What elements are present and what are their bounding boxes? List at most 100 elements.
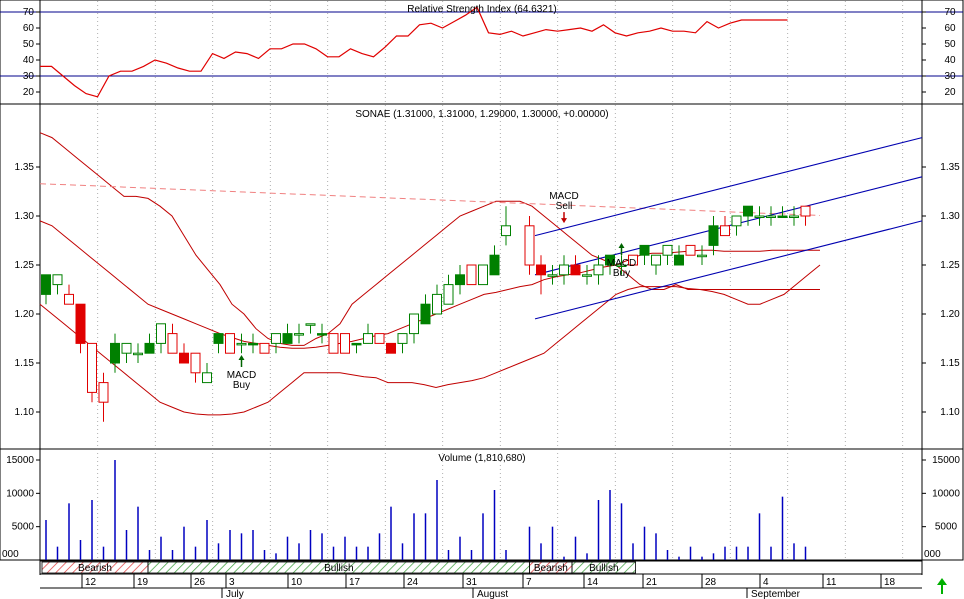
candle-down bbox=[225, 333, 235, 354]
date-tick-label: 26 bbox=[194, 577, 206, 588]
candle-up bbox=[317, 333, 327, 336]
candle-down bbox=[64, 293, 74, 305]
price-tick-label-right: 1.35 bbox=[940, 162, 960, 173]
price-tick-label-left: 1.30 bbox=[15, 211, 35, 222]
candle-up bbox=[731, 215, 742, 227]
price-tick-label-right: 1.10 bbox=[940, 407, 960, 418]
macd-annotation-text: Sell bbox=[556, 201, 573, 212]
rsi-tick-label-left: 30 bbox=[23, 71, 35, 82]
candle-up bbox=[144, 342, 155, 354]
macd-sell-arrowhead bbox=[561, 218, 567, 224]
price-title: SONAE (1.31000, 1.31000, 1.29000, 1.3000… bbox=[355, 109, 608, 120]
candle-down bbox=[386, 342, 396, 354]
candle-up bbox=[156, 323, 166, 344]
volume-panel-frame bbox=[0, 448, 964, 561]
rsi-panel-frame bbox=[0, 0, 964, 105]
candle-up bbox=[52, 274, 63, 286]
volume-tick-label-left: 10000 bbox=[6, 488, 34, 499]
candle-up bbox=[41, 274, 51, 295]
date-tick-label: 28 bbox=[705, 577, 717, 588]
candle-down bbox=[536, 264, 546, 276]
price-tick-label-right: 1.20 bbox=[940, 309, 960, 320]
grid-layer bbox=[97, 1, 904, 559]
candle-up bbox=[294, 333, 304, 336]
candle-down bbox=[167, 333, 178, 354]
date-tick-label: 17 bbox=[349, 577, 361, 588]
price-tick-label-right: 1.25 bbox=[940, 260, 960, 271]
bullish-band-label: Bullish bbox=[589, 563, 618, 574]
candle-up bbox=[697, 254, 707, 258]
candle-down bbox=[466, 264, 477, 286]
candle-up bbox=[432, 293, 442, 315]
date-tick-label: 7 bbox=[526, 577, 532, 588]
volume-layer bbox=[45, 460, 807, 560]
candle-up bbox=[754, 215, 765, 218]
candle-down bbox=[340, 333, 350, 354]
rsi-tick-label-right: 20 bbox=[944, 87, 956, 98]
date-tick-label: 10 bbox=[291, 577, 303, 588]
date-tick-label: 11 bbox=[826, 577, 837, 588]
volume-tick-label-left: 5000 bbox=[12, 522, 35, 533]
corner-up-arrow-icon[interactable] bbox=[937, 578, 947, 594]
candle-down bbox=[87, 342, 97, 393]
date-tick-label: 4 bbox=[763, 577, 769, 588]
price-tick-label-right: 1.30 bbox=[940, 211, 960, 222]
panel-frames bbox=[0, 0, 964, 575]
rsi-tick-label-right: 70 bbox=[944, 7, 956, 18]
price-tick-label-left: 1.25 bbox=[15, 260, 35, 271]
price-layer: MACDBuyMACDSellMACDBuy bbox=[39, 132, 923, 422]
candle-up bbox=[282, 333, 293, 344]
macd-annotation-text: Buy bbox=[613, 268, 630, 279]
candle-up bbox=[593, 264, 604, 276]
candle-down bbox=[328, 333, 339, 354]
stock-chart: MACDBuyMACDSellMACDBuy 70 70 60 60 50 50 40 40 3… bbox=[0, 0, 964, 599]
macd-buy-arrowhead bbox=[238, 355, 245, 360]
macd-buy-arrowhead bbox=[618, 243, 625, 248]
date-tick-label: 14 bbox=[587, 577, 599, 588]
rsi-line bbox=[40, 6, 788, 98]
date-tick-label: 19 bbox=[137, 577, 149, 588]
rsi-tick-label-left: 70 bbox=[23, 7, 35, 18]
candle-up bbox=[559, 264, 569, 276]
candle-up bbox=[639, 244, 650, 256]
candle-down bbox=[98, 382, 109, 403]
volume-unit-label-right: 000 bbox=[924, 549, 941, 560]
rsi-tick-label-left: 40 bbox=[23, 55, 35, 66]
candle-up bbox=[363, 333, 373, 344]
price-tick-label-left: 1.20 bbox=[15, 309, 35, 320]
volume-unit-label-left: 000 bbox=[2, 549, 19, 560]
moving-average-dashed-line bbox=[39, 183, 821, 216]
sentiment-band: Bearish Bullish Bearish Bullish bbox=[39, 560, 923, 575]
candle-up bbox=[202, 372, 212, 384]
volume-tick-label-right: 5000 bbox=[935, 522, 958, 533]
volume-tick-label-left: 15000 bbox=[6, 455, 34, 466]
date-tick-label: 21 bbox=[646, 577, 658, 588]
candle-up bbox=[213, 333, 224, 344]
candle-up bbox=[121, 342, 132, 354]
candle-up bbox=[420, 303, 431, 325]
candle-down bbox=[685, 244, 696, 256]
rsi-tick-label-right: 30 bbox=[944, 71, 956, 82]
candle-up bbox=[708, 225, 719, 246]
candle-up bbox=[582, 274, 592, 277]
candle-down bbox=[720, 225, 730, 237]
date-tick-label: 18 bbox=[884, 577, 896, 588]
candle-up bbox=[489, 254, 500, 276]
candle-up bbox=[455, 274, 465, 286]
candle-up bbox=[236, 342, 247, 346]
rsi-tick-label-right: 50 bbox=[944, 39, 956, 50]
candle-up bbox=[248, 342, 258, 346]
candle-up bbox=[743, 205, 753, 217]
candle-up bbox=[651, 254, 661, 266]
candle-up bbox=[397, 333, 408, 344]
bullish-band-label: Bullish bbox=[324, 563, 353, 574]
candle-up bbox=[133, 352, 143, 356]
candle-down bbox=[524, 225, 535, 266]
candle-up bbox=[662, 244, 673, 256]
date-axis: 12 19 26 3 10 17 24 31 7 14 21 28 4 11 18 July August Sep… bbox=[40, 574, 922, 599]
candle-down bbox=[570, 264, 581, 276]
bearish-band-label: Bearish bbox=[78, 563, 112, 574]
candle-up bbox=[501, 225, 511, 237]
rsi-tick-label-right: 60 bbox=[944, 23, 956, 34]
date-tick-label: 31 bbox=[466, 577, 478, 588]
